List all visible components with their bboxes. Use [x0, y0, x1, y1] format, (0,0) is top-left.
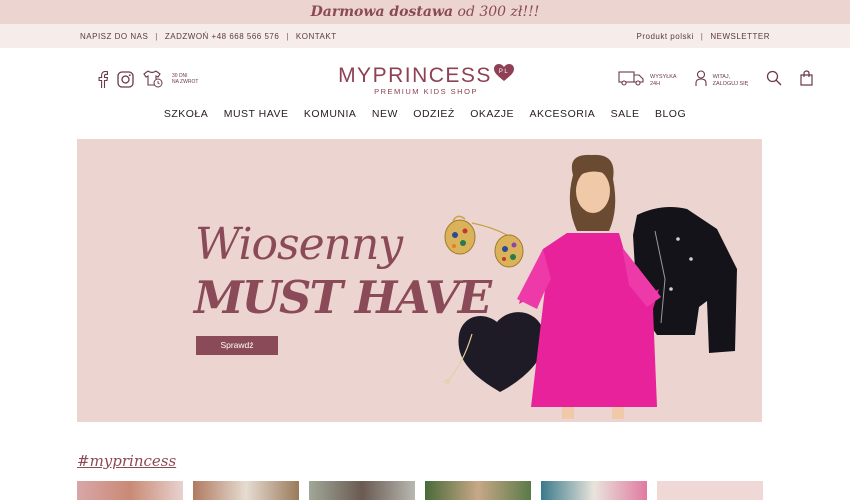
newsletter-link[interactable]: NEWSLETTER: [710, 32, 770, 41]
phone-link[interactable]: ZADZWOŃ +48 668 566 576: [165, 32, 279, 41]
instagram-hashtag-link[interactable]: #myprincess: [77, 452, 176, 470]
header-utilities: WYSYŁKA 24H WITAJ, ZALOGUJ SIĘ: [618, 70, 813, 91]
instagram-photo[interactable]: [541, 481, 647, 500]
nav-item-blog[interactable]: BLOG: [655, 108, 686, 120]
account-link[interactable]: WITAJ, ZALOGUJ SIĘ: [713, 74, 749, 88]
nav-item-akcesoria[interactable]: AKCESORIA: [529, 108, 595, 120]
hero-banner[interactable]: Wiosenny MUST HAVE Sprawdź: [77, 139, 762, 422]
instagram-photo[interactable]: [193, 481, 299, 500]
instagram-photo[interactable]: [309, 481, 415, 500]
heart-logo-icon: PL: [493, 64, 514, 88]
girl-in-pink-dress-image: [517, 154, 661, 419]
user-icon[interactable]: [695, 70, 707, 91]
instagram-photo[interactable]: [425, 481, 531, 500]
social-links: 30 DNI NA ZWROT: [98, 70, 208, 88]
logo-text: MYPRINCESS: [338, 64, 492, 87]
main-nav: SZKOŁA MUST HAVE KOMUNIA NEW ODZIEŻ OKAZ…: [0, 108, 850, 120]
truck-icon: [618, 70, 644, 91]
nav-item-sale[interactable]: SALE: [611, 108, 640, 120]
shipping-info: WYSYŁKA 24H: [650, 74, 677, 88]
nav-item-odziez[interactable]: ODZIEŻ: [413, 108, 455, 120]
returns-line2: NA ZWROT: [172, 79, 199, 85]
shipping-line2: 24H: [650, 80, 661, 87]
search-icon[interactable]: [766, 70, 782, 91]
instagram-photo[interactable]: [77, 481, 183, 500]
instagram-feed: [77, 481, 763, 500]
logo-tagline: PREMIUM KIDS SHOP: [374, 87, 478, 96]
instagram-photo[interactable]: [657, 481, 763, 500]
cart-bag-icon[interactable]: [800, 70, 813, 91]
promo-rest: od 300 zł!!!: [453, 4, 540, 20]
logo-badge: PL: [499, 69, 509, 75]
site-logo[interactable]: MYPRINCESS PL PREMIUM KIDS SHOP: [333, 64, 519, 96]
account-line1: WITAJ,: [712, 73, 731, 80]
facebook-icon[interactable]: [98, 70, 108, 88]
promo-bold: Darmowa dostawa: [310, 4, 454, 20]
contact-link[interactable]: KONTAKT: [296, 32, 337, 41]
promo-bar: Darmowa dostawa od 300 zł!!!: [0, 0, 850, 24]
account-line2: ZALOGUJ SIĘ: [712, 80, 749, 87]
returns-shirt-icon: [143, 70, 163, 88]
instagram-icon[interactable]: [117, 70, 134, 88]
contact-us-link[interactable]: NAPISZ DO NAS: [80, 32, 148, 41]
nav-item-komunia[interactable]: KOMUNIA: [304, 108, 357, 120]
nav-item-new[interactable]: NEW: [372, 108, 398, 120]
shipping-line1: WYSYŁKA: [650, 73, 677, 80]
ladybug-earrings-image: [444, 215, 524, 268]
heart-bag-image: [444, 312, 545, 392]
hero-cta-button[interactable]: Sprawdź: [196, 336, 278, 355]
hero-title-line2: MUST HAVE: [194, 271, 492, 324]
top-links-bar: NAPISZ DO NAS | ZADZWOŃ +48 668 566 576 | KO…: [0, 24, 850, 48]
nav-item-okazje[interactable]: OKAZJE: [470, 108, 514, 120]
returns-info: 30 DNI NA ZWROT: [172, 73, 208, 85]
polish-product-link[interactable]: Produkt polski: [637, 32, 694, 41]
nav-item-must-have[interactable]: MUST HAVE: [224, 108, 289, 120]
hero-title-line1: Wiosenny: [195, 219, 403, 270]
nav-item-szkola[interactable]: SZKOŁA: [164, 108, 208, 120]
